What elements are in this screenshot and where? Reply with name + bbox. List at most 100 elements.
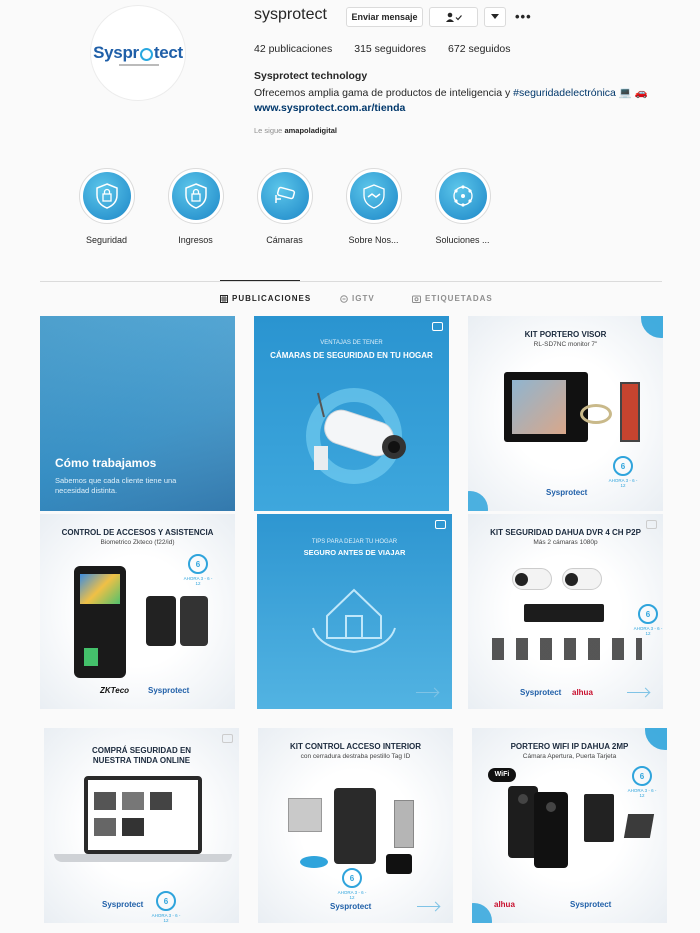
post-tile[interactable]: PORTERO WIFI IP DAHUA 2MP Cámara Apertur… — [472, 728, 667, 923]
post-tile[interactable]: COMPRÁ SEGURIDAD EN NUESTRA TINDA ONLINE… — [44, 728, 239, 923]
post-title: KIT CONTROL ACCESO INTERIOR — [289, 742, 422, 751]
carousel-icon — [435, 520, 446, 529]
post-tile[interactable]: CONTROL DE ACCESOS Y ASISTENCIA Biometri… — [40, 514, 235, 709]
post-tile[interactable]: KIT CONTROL ACCESO INTERIOR con cerradur… — [258, 728, 453, 923]
post-tile[interactable]: Cómo trabajamos Sabemos que cada cliente… — [40, 316, 235, 511]
ahora-badge: 6 — [638, 604, 658, 624]
chevron-down-icon — [491, 14, 499, 19]
bio-hashtag[interactable]: #seguridadelectrónica — [513, 87, 616, 99]
ahora-badge: 6 — [156, 891, 176, 911]
post-subtitle: con cerradura destraba pestillo Tag ID — [300, 753, 411, 760]
bullet-camera-image — [314, 392, 406, 470]
tabs-divider — [40, 281, 662, 282]
sysprotect-logo: Syspr tect — [93, 43, 183, 62]
bio-website-link[interactable]: www.sysprotect.com.ar/tienda — [254, 102, 405, 114]
bio-description: Ofrecemos amplia gama de productos de in… — [254, 87, 514, 99]
accessories-image — [492, 638, 642, 660]
suggestions-dropdown-button[interactable] — [484, 7, 506, 27]
profile-avatar[interactable]: Syspr tect — [90, 5, 186, 101]
exit-button-image — [288, 798, 322, 832]
post-brand: Sysprotect — [148, 686, 190, 695]
highlight-camaras[interactable]: Cámaras — [240, 168, 329, 245]
next-arrow-icon — [417, 905, 439, 907]
highlight-ingresos[interactable]: Ingresos — [151, 168, 240, 245]
house-hands-icon — [312, 588, 396, 654]
post-pretitle: TIPS PARA DEJAR TU HOGAR — [311, 539, 398, 545]
followed-by-user[interactable]: amapoladigital — [284, 126, 337, 135]
post-title: KIT PORTERO VISOR — [524, 330, 607, 339]
post-brand: Sysprotect — [520, 688, 562, 697]
highlight-seguridad[interactable]: Seguridad — [62, 168, 151, 245]
ahora-text: AHORA 3 - 6 - 12 — [633, 626, 663, 636]
tab-igtv[interactable]: IGTV — [340, 294, 375, 303]
doorbell-image — [620, 382, 640, 442]
video-icon — [432, 322, 443, 331]
post-subtitle: Cámara Apertura, Puerta Tarjeta — [522, 753, 617, 760]
post-tile[interactable]: TIPS PARA DEJAR TU HOGAR SEGURO ANTES DE… — [257, 514, 452, 709]
post-subtitle: Más 2 cámaras 1080p — [533, 539, 598, 546]
highlight-label: Ingresos — [178, 235, 213, 245]
post-title: PORTERO WIFI IP DAHUA 2MP — [510, 742, 629, 751]
bracket-image — [584, 794, 614, 842]
post-subtitle: Biometrico Zkteco (f22/id) — [100, 539, 175, 546]
dahua-logo: alhua — [572, 688, 593, 697]
following-button[interactable] — [429, 7, 478, 27]
cable-image — [580, 404, 612, 424]
post-brand: Sysprotect — [330, 902, 372, 911]
story-highlights: Seguridad Ingresos Cámaras Sobre Nos... … — [62, 168, 507, 245]
post-subtitle: RL-SD7NC monitor 7" — [533, 341, 598, 348]
more-dots-icon[interactable]: ••• — [515, 9, 532, 24]
carousel-icon — [222, 734, 233, 743]
ahora-badge: 6 — [342, 868, 362, 888]
post-brand: Sysprotect — [546, 488, 588, 497]
reader-image — [180, 596, 208, 646]
post-tile[interactable]: KIT PORTERO VISOR RL-SD7NC monitor 7" 6 … — [468, 316, 663, 511]
followed-by: Le sigue amapoladigital — [254, 126, 337, 135]
followed-by-prefix: Le sigue — [254, 126, 285, 135]
highlight-label: Cámaras — [266, 235, 303, 245]
ahora-badge: 6 — [188, 554, 208, 574]
biometric-device-image — [74, 566, 126, 678]
highlight-label: Soluciones ... — [435, 235, 490, 245]
post-tile[interactable]: KIT SEGURIDAD DAHUA DVR 4 CH P2P Más 2 c… — [468, 514, 663, 709]
security-camera-icon — [274, 186, 295, 203]
post-title: CÁMARAS DE SEGURIDAD EN TU HOGAR — [270, 351, 433, 360]
power-supply-image — [386, 854, 412, 874]
tagged-icon — [412, 295, 421, 303]
ahora-text: AHORA 3 - 6 - 12 — [608, 478, 638, 488]
bio-full-name: Sysprotect technology — [254, 70, 368, 82]
plate-image — [623, 814, 655, 838]
post-title: Cómo trabajamos — [55, 456, 157, 470]
post-brand: Sysprotect — [102, 900, 144, 909]
bio-emoji: 💻 🚗 — [615, 87, 648, 99]
ahora-badge: 6 — [613, 456, 633, 476]
post-brand: Sysprotect — [570, 900, 612, 909]
tab-label: IGTV — [352, 294, 375, 303]
person-check-icon — [445, 12, 462, 22]
tab-label: ETIQUETADAS — [425, 294, 493, 303]
post-pretitle: VENTAJAS DE TENER — [320, 340, 383, 346]
post-tile[interactable]: VENTAJAS DE TENER CÁMARAS DE SEGURIDAD E… — [254, 316, 449, 511]
monitor-image — [504, 372, 588, 442]
send-message-button[interactable]: Enviar mensaje — [346, 7, 423, 27]
logo-tagline-line — [119, 64, 159, 66]
dvr-image — [524, 604, 604, 622]
tab-label: PUBLICACIONES — [232, 294, 312, 303]
tab-publicaciones[interactable]: PUBLICACIONES — [220, 294, 311, 303]
highlight-sobre-nosotros[interactable]: Sobre Nos... — [329, 168, 418, 245]
ahora-text: AHORA 3 - 6 - 12 — [151, 913, 181, 923]
highlight-soluciones[interactable]: Soluciones ... — [418, 168, 507, 245]
dahua-logo: alhua — [494, 900, 515, 909]
camera-image — [562, 568, 602, 590]
ahora-text: AHORA 3 - 6 - 12 — [337, 890, 367, 900]
following-count[interactable]: 672 seguidos — [448, 43, 510, 55]
profile-username: sysprotect — [254, 6, 327, 23]
zkteco-logo: ZKTeco — [100, 686, 130, 695]
corner-decoration — [472, 903, 492, 923]
reader-image — [146, 596, 176, 646]
grid-icon — [220, 294, 228, 303]
tab-etiquetadas[interactable]: ETIQUETADAS — [412, 294, 493, 303]
corner-decoration — [468, 491, 488, 511]
handshake-icon — [362, 184, 385, 209]
followers-count[interactable]: 315 seguidores — [354, 43, 426, 55]
